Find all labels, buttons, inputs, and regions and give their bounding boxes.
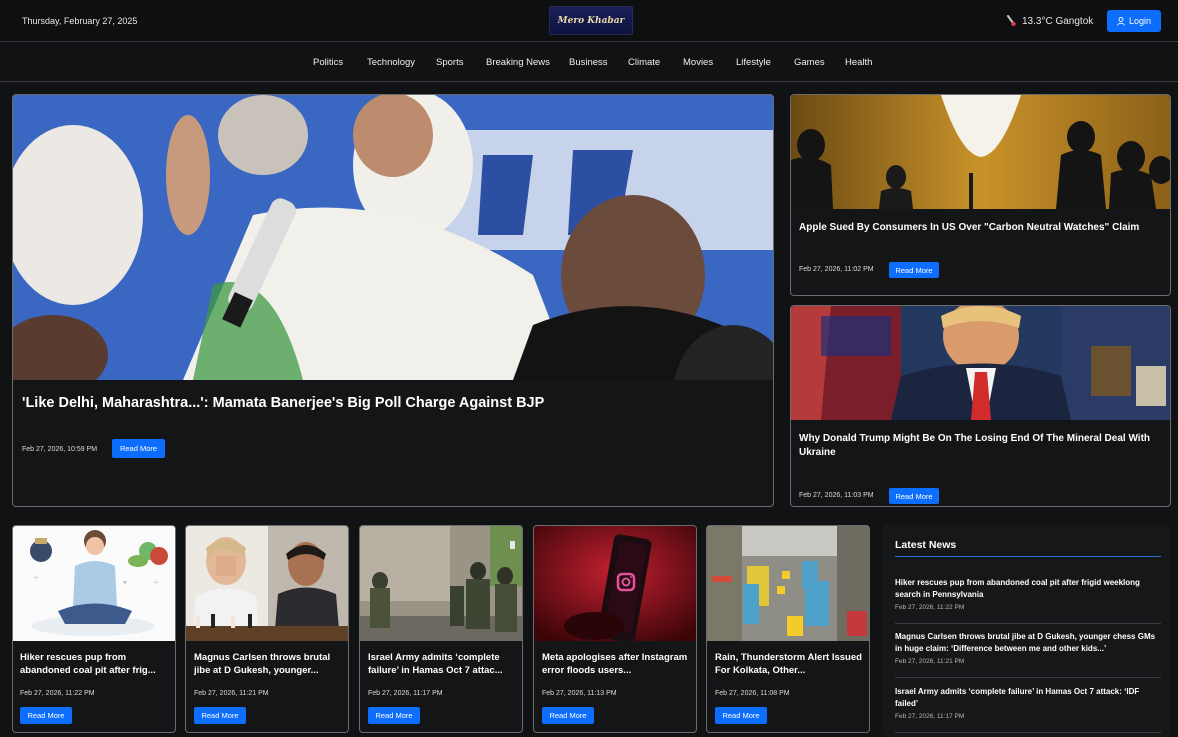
grid-article-card[interactable]: Meta apologises after Instagram error fl… (533, 525, 697, 733)
grid-article-headline[interactable]: Hiker rescues pup from abandoned coal pi… (20, 652, 170, 678)
side-article-read-more-button[interactable]: Read More (889, 488, 939, 504)
meditation-illustration: + + (13, 526, 175, 641)
grid-article-headline[interactable]: Magnus Carlsen throws brutal jibe at D G… (194, 652, 344, 678)
latest-news-divider (895, 556, 1161, 557)
thermometer-icon (1007, 15, 1016, 27)
nav-politics[interactable]: Politics (313, 57, 343, 68)
latest-news-title[interactable]: Magnus Carlsen throws brutal jibe at D G… (895, 631, 1161, 655)
apple-logo-photo (791, 95, 1170, 209)
trump-photo (791, 306, 1170, 420)
grid-article-image[interactable] (707, 526, 869, 641)
grid-article-image[interactable] (534, 526, 696, 641)
hero-timestamp: Feb 27, 2026, 10:59 PM (22, 446, 98, 453)
nav-technology[interactable]: Technology (367, 57, 415, 68)
grid-article-image[interactable] (360, 526, 522, 641)
grid-article-read-more-button[interactable]: Read More (542, 707, 594, 724)
side-article-card[interactable]: Why Donald Trump Might Be On The Losing … (790, 305, 1171, 507)
weather-widget: 13.3°C Gangtok (1006, 15, 1093, 27)
nav-sports[interactable]: Sports (436, 57, 463, 68)
site-logo[interactable]: Mero Khabar (549, 6, 633, 35)
latest-news-timestamp: Feb 27, 2026, 11:21 PM (895, 658, 965, 665)
grid-article-timestamp: Feb 27, 2026, 11:22 PM (20, 690, 95, 697)
nav-movies[interactable]: Movies (683, 57, 713, 68)
grid-article-timestamp: Feb 27, 2026, 11:21 PM (194, 690, 269, 697)
grid-article-headline[interactable]: Meta apologises after Instagram error fl… (542, 652, 692, 678)
latest-news-item[interactable]: Magnus Carlsen throws brutal jibe at D G… (895, 631, 1161, 678)
grid-article-headline[interactable]: Rain, Thunderstorm Alert Issued For Kolk… (715, 652, 865, 678)
grid-article-read-more-button[interactable]: Read More (368, 707, 420, 724)
current-date: Thursday, February 27, 2025 (22, 16, 138, 26)
nav-breaking-news[interactable]: Breaking News (486, 57, 550, 68)
grid-article-card[interactable]: Magnus Carlsen throws brutal jibe at D G… (185, 525, 349, 733)
hero-headline[interactable]: 'Like Delhi, Maharashtra...': Mamata Ban… (22, 394, 762, 414)
side-article-headline[interactable]: Apple Sued By Consumers In US Over "Carb… (799, 221, 1159, 235)
grid-article-read-more-button[interactable]: Read More (715, 707, 767, 724)
latest-news-timestamp: Feb 27, 2026, 11:22 PM (895, 604, 965, 611)
grid-article-card[interactable]: Rain, Thunderstorm Alert Issued For Kolk… (706, 525, 870, 733)
hero-article-card[interactable]: 'Like Delhi, Maharashtra...': Mamata Ban… (12, 94, 774, 507)
svg-text:+: + (33, 573, 39, 584)
grid-article-timestamp: Feb 27, 2026, 11:17 PM (368, 690, 443, 697)
svg-text:+: + (153, 578, 159, 589)
side-article-read-more-button[interactable]: Read More (889, 262, 939, 278)
grid-article-headline[interactable]: Israel Army admits ‘complete failure’ in… (368, 652, 518, 678)
latest-news-title[interactable]: Israel Army admits ‘complete failure’ in… (895, 686, 1161, 710)
hero-image[interactable] (13, 95, 773, 380)
grid-article-read-more-button[interactable]: Read More (20, 707, 72, 724)
weather-text: 13.3°C Gangtok (1022, 15, 1094, 27)
nav-climate[interactable]: Climate (628, 57, 660, 68)
latest-news-panel: Latest News Hiker rescues pup from aband… (883, 525, 1171, 737)
side-article-timestamp: Feb 27, 2026, 11:02 PM (799, 266, 874, 273)
nav-games[interactable]: Games (794, 57, 825, 68)
latest-news-item[interactable]: Hiker rescues pup from abandoned coal pi… (895, 577, 1161, 624)
side-article-timestamp: Feb 27, 2026, 11:03 PM (799, 492, 874, 499)
side-article-card[interactable]: Apple Sued By Consumers In US Over "Carb… (790, 94, 1171, 296)
side-article-image[interactable] (791, 95, 1170, 209)
top-bar: Thursday, February 27, 2025 Mero Khabar … (0, 0, 1178, 42)
grid-article-card[interactable]: + + Hiker rescues pup from abandoned coa… (12, 525, 176, 733)
grid-article-read-more-button[interactable]: Read More (194, 707, 246, 724)
logo-text: Mero Khabar (557, 15, 625, 26)
nav-health[interactable]: Health (845, 57, 872, 68)
hero-photo (13, 95, 773, 380)
category-nav: Politics Technology Sports Breaking News… (0, 42, 1178, 82)
soldiers-photo (360, 526, 522, 641)
side-article-image[interactable] (791, 306, 1170, 420)
chess-players-photo (186, 526, 348, 641)
side-article-headline[interactable]: Why Donald Trump Might Be On The Losing … (799, 432, 1164, 459)
login-button[interactable]: Login (1107, 10, 1161, 32)
login-label: Login (1128, 16, 1152, 26)
hero-read-more-button[interactable]: Read More (112, 439, 165, 458)
grid-article-timestamp: Feb 27, 2026, 11:13 PM (542, 690, 617, 697)
nav-business[interactable]: Business (569, 57, 608, 68)
grid-article-image[interactable] (186, 526, 348, 641)
user-icon (1117, 16, 1125, 26)
grid-article-card[interactable]: Israel Army admits ‘complete failure’ in… (359, 525, 523, 733)
nav-lifestyle[interactable]: Lifestyle (736, 57, 771, 68)
latest-news-heading: Latest News (895, 539, 957, 551)
grid-article-image[interactable]: + + (13, 526, 175, 641)
latest-news-item[interactable]: Israel Army admits ‘complete failure’ in… (895, 686, 1161, 733)
instagram-phone-photo (534, 526, 696, 641)
kolkata-street-photo (707, 526, 869, 641)
latest-news-title[interactable]: Hiker rescues pup from abandoned coal pi… (895, 577, 1161, 601)
grid-article-timestamp: Feb 27, 2026, 11:08 PM (715, 690, 790, 697)
latest-news-timestamp: Feb 27, 2026, 11:17 PM (895, 713, 965, 720)
